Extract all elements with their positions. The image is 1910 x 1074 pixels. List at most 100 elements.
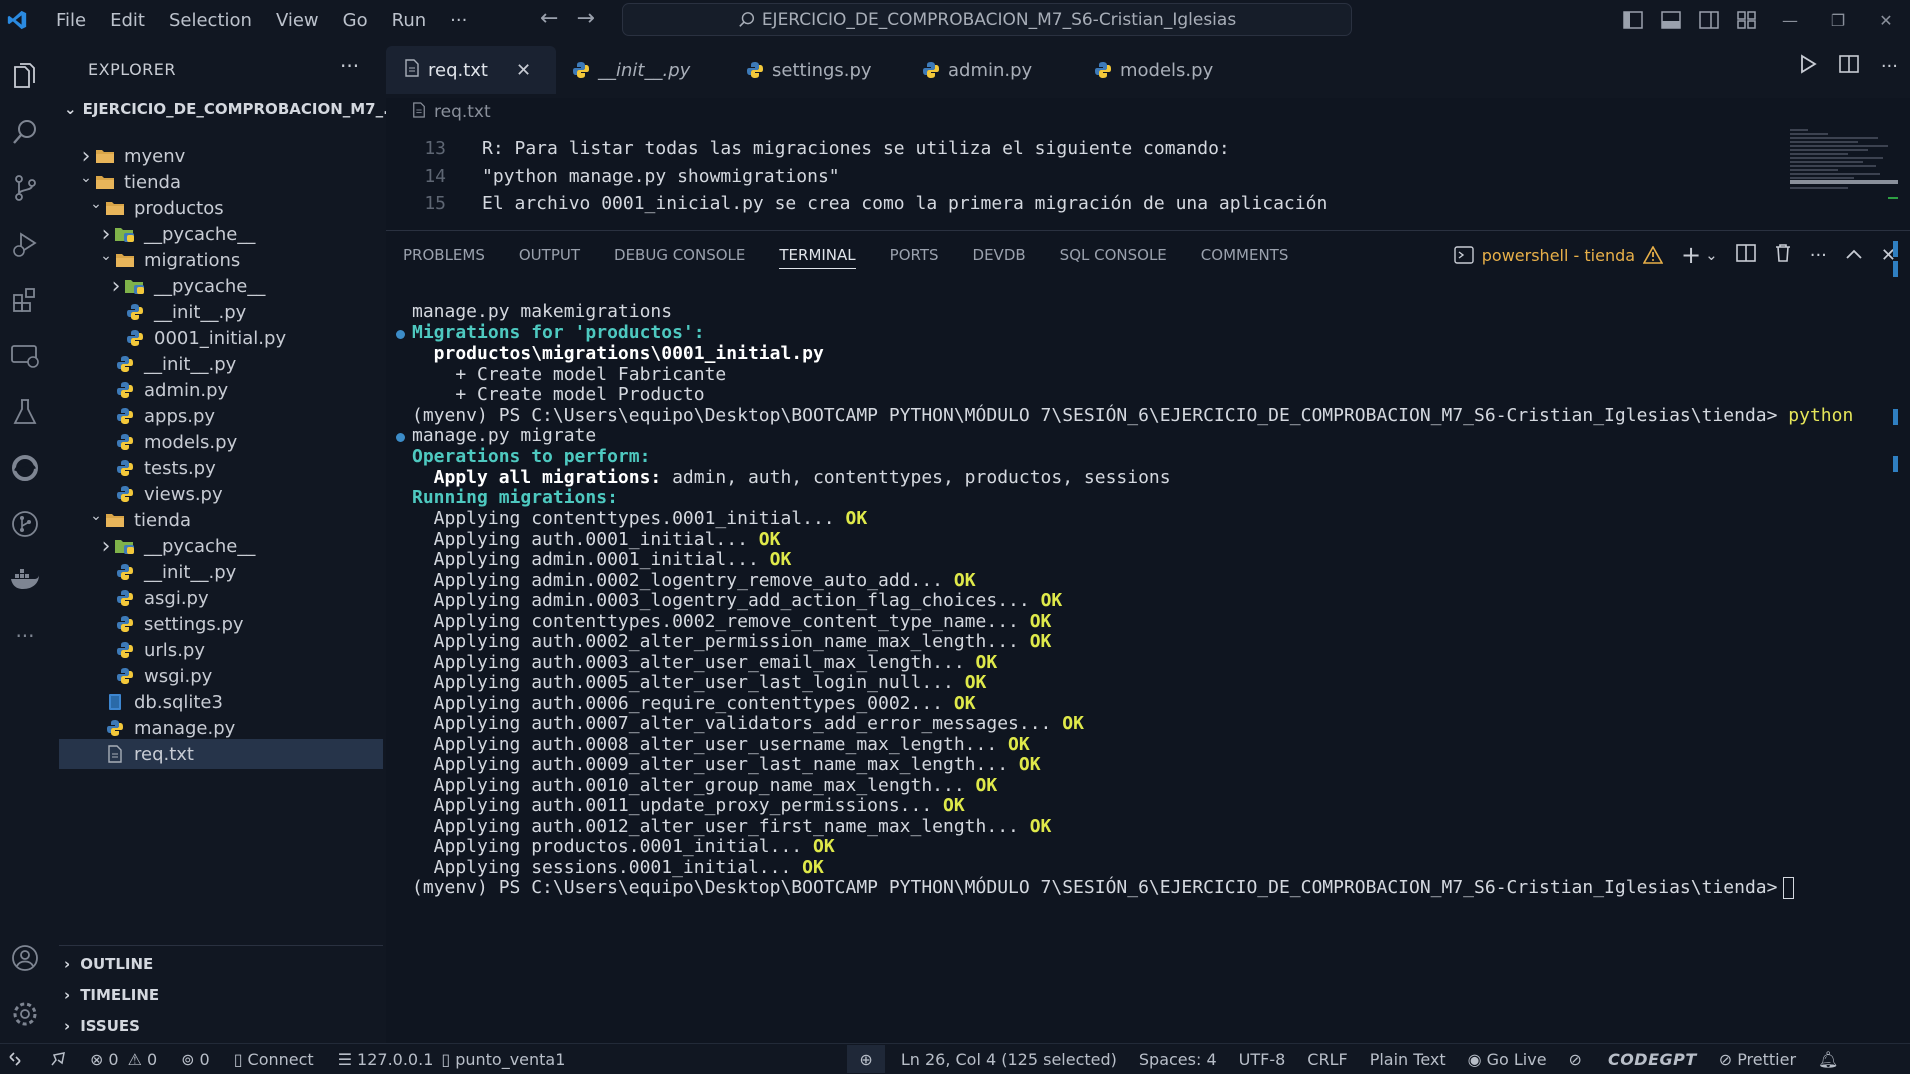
codegpt-status[interactable]: CODEGPT [1608,1050,1697,1069]
close-tab-icon[interactable]: ✕ [516,60,531,81]
indentation-status[interactable]: Spaces: 4 [1139,1050,1217,1069]
tree-item-label: settings.py [144,613,244,635]
restore-icon[interactable]: ❐ [1814,11,1862,30]
outline-section[interactable]: › OUTLINE [64,955,153,973]
menu-selection[interactable]: Selection [157,10,264,31]
menu-more[interactable]: ··· [438,10,479,31]
tab-settings-py[interactable]: settings.py [746,46,872,94]
copilot-icon[interactable]: ⊘ [1569,1050,1582,1069]
breadcrumb-file[interactable]: req.txt [434,102,491,122]
explorer-more-icon[interactable]: ··· [340,54,359,78]
extensions-icon[interactable] [0,272,50,328]
search-icon [739,11,754,27]
chevron-right-icon: › [101,221,111,247]
editor-more-icon[interactable]: ··· [1881,56,1898,77]
more-views-icon[interactable]: ··· [0,608,50,664]
warning-icon [1643,246,1664,264]
toggle-panel-icon[interactable] [1652,11,1690,29]
accounts-icon[interactable] [0,930,50,986]
db-host-status[interactable]: ☰ 127.0.0.1 [338,1050,434,1069]
tree-item-label: asgi.py [144,587,209,609]
zoom-status[interactable]: ⊕ [847,1045,885,1073]
language-mode[interactable]: Plain Text [1370,1050,1446,1069]
testing-icon[interactable] [0,384,50,440]
trash-icon[interactable] [1774,243,1792,267]
tab-admin-py[interactable]: admin.py [922,46,1032,94]
docker-icon[interactable] [0,552,50,608]
split-editor-icon[interactable] [1839,55,1859,78]
workspace-root[interactable]: ⌄ EJERCICIO_DE_COMPROBACION_M7_... [64,100,400,118]
problems-status[interactable]: ⊗ 0 ⚠ 0 [90,1050,157,1069]
menu-edit[interactable]: Edit [98,10,157,31]
error-icon: ⊗ [90,1049,104,1069]
terminal-icon [1454,246,1474,264]
explorer-icon[interactable] [0,48,50,104]
tab-devdb[interactable]: DEVDB [956,231,1043,279]
cursor-position[interactable]: Ln 26, Col 4 (125 selected) [901,1050,1117,1069]
source-control-icon[interactable] [0,160,50,216]
new-terminal-icon[interactable]: + [1681,243,1701,267]
issues-section[interactable]: › ISSUES [64,1017,140,1035]
ports-status[interactable]: ⊚ 0 [181,1050,210,1069]
terminal-output[interactable]: manage.py makemigrations Migrations for … [396,293,1872,1033]
prettier-status[interactable]: ⊘ Prettier [1719,1050,1796,1069]
panel-more-icon[interactable]: ··· [1810,245,1827,266]
tab-sql-console[interactable]: SQL CONSOLE [1043,231,1184,279]
tab-init-py[interactable]: __init__.py [572,46,690,94]
menu-view[interactable]: View [264,10,331,31]
remote-indicator-icon[interactable] [8,1052,22,1066]
menu-go[interactable]: Go [331,10,380,31]
tree-item-label: req.txt [134,743,194,765]
tab-req-txt[interactable]: req.txt ✕ [386,46,556,94]
tree-item-label: __init__.py [144,561,237,583]
python-file-icon [114,380,136,400]
tab-output[interactable]: OUTPUT [502,231,597,279]
folder-icon [94,146,116,166]
file-req-txt[interactable]: req.txt [59,739,383,769]
command-center[interactable]: EJERCICIO_DE_COMPROBACION_M7_S6-Cristian… [622,3,1352,36]
run-file-icon[interactable] [1799,54,1817,79]
db-name-status[interactable]: ▯ punto_venta1 [441,1050,565,1069]
menu-run[interactable]: Run [380,10,439,31]
tab-problems[interactable]: PROBLEMS [386,231,502,279]
liveshare-icon[interactable] [50,1051,68,1067]
terminal-selector[interactable]: powershell - tienda [1454,246,1664,265]
tab-models-py[interactable]: models.py [1094,46,1213,94]
tree-item-label: views.py [144,483,223,505]
customize-layout-icon[interactable] [1728,11,1766,29]
tab-terminal[interactable]: TERMINAL [762,231,872,279]
split-terminal-icon[interactable] [1735,244,1756,266]
prettier-icon: ⊘ [1718,1049,1733,1069]
menu-file[interactable]: File [44,10,98,31]
python-file-icon [922,61,940,79]
notifications-bell-icon[interactable]: 🔔︎ [1818,1050,1838,1069]
maximize-panel-icon[interactable] [1845,246,1863,264]
connect-status[interactable]: ▯ Connect [234,1050,314,1069]
tab-debug-console[interactable]: DEBUG CONSOLE [597,231,762,279]
encoding-status[interactable]: UTF-8 [1239,1050,1286,1069]
text-editor[interactable]: 13 R: Para listar todas las migraciones s… [386,126,1910,230]
tab-comments[interactable]: COMMENTS [1184,231,1306,279]
minimize-icon[interactable]: — [1766,11,1814,30]
manage-gear-icon[interactable] [0,986,50,1042]
run-debug-icon[interactable] [0,216,50,272]
status-bar: ⊗ 0 ⚠ 0 ⊚ 0 ▯ Connect ☰ 127.0.0.1 ▯ punto_vent… [0,1043,1910,1074]
chevron-down-icon[interactable]: ⌄ [1705,246,1718,264]
close-window-icon[interactable]: ✕ [1862,11,1910,30]
go-live-button[interactable]: ◉ Go Live [1468,1050,1547,1069]
bottom-panel: PROBLEMS OUTPUT DEBUG CONSOLE TERMINAL P… [386,230,1910,1043]
eol-status[interactable]: CRLF [1307,1050,1347,1069]
explorer-sidebar: EXPLORER ··· ⌄ EJERCICIO_DE_COMPROBACION_… [50,40,400,1043]
search-icon[interactable] [0,104,50,160]
timeline-section[interactable]: › TIMELINE [64,986,159,1004]
toggle-secondary-sidebar-icon[interactable] [1690,11,1728,29]
git-graph-icon[interactable] [0,496,50,552]
back-arrow-icon[interactable]: ← [540,6,558,31]
toggle-primary-sidebar-icon[interactable] [1614,11,1652,29]
edge-devtools-icon[interactable] [0,440,50,496]
minimap[interactable] [1788,126,1898,230]
tree-item-label: tienda [134,509,191,531]
remote-explorer-icon[interactable] [0,328,50,384]
forward-arrow-icon[interactable]: → [576,6,594,31]
tab-ports[interactable]: PORTS [873,231,956,279]
